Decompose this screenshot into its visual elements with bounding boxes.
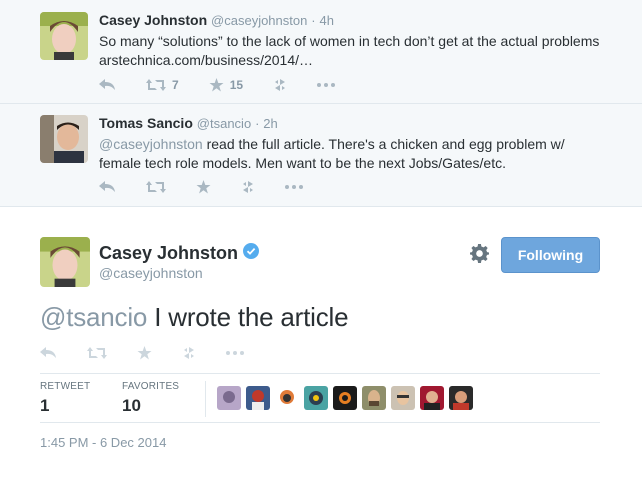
favoriter-avatar[interactable] xyxy=(246,386,270,410)
reply-icon xyxy=(99,79,116,91)
buffer-icon xyxy=(241,180,255,194)
favorite-icon xyxy=(196,180,211,194)
tweet-mention[interactable]: @caseyjohnston xyxy=(99,136,203,152)
tweet-mention[interactable]: @tsancio xyxy=(40,302,147,332)
buffer-icon xyxy=(273,78,287,92)
separator: · xyxy=(255,116,260,131)
verified-icon xyxy=(243,243,260,264)
more-icon xyxy=(226,351,244,355)
buffer-button[interactable] xyxy=(241,180,255,194)
tweet-timestamp[interactable]: 1:45 PM - 6 Dec 2014 xyxy=(40,435,166,450)
retweet-icon xyxy=(146,79,166,91)
tweet-stats: RETWEET 1 FAVORITES 10 xyxy=(40,373,600,423)
retweet-button[interactable] xyxy=(146,181,166,193)
avatar[interactable] xyxy=(40,237,90,287)
author-handle[interactable]: @caseyjohnston xyxy=(211,13,307,28)
favorite-icon xyxy=(137,346,152,360)
buffer-icon xyxy=(182,346,196,360)
following-button[interactable]: Following xyxy=(501,237,600,273)
author-name[interactable]: Casey Johnston xyxy=(99,12,207,28)
tweet-context-1[interactable]: Casey Johnston @caseyjohnston · 4h So ma… xyxy=(0,0,642,104)
retweet-button[interactable] xyxy=(87,347,107,359)
favorite-button[interactable] xyxy=(196,180,211,194)
favorites-stat[interactable]: FAVORITES 10 xyxy=(122,381,179,416)
favoriter-avatar[interactable] xyxy=(449,386,473,410)
more-icon xyxy=(317,83,336,87)
favorites-stat-count: 10 xyxy=(122,396,141,415)
favoriter-avatar[interactable] xyxy=(362,386,386,410)
more-icon xyxy=(285,185,303,189)
more-button[interactable] xyxy=(285,185,303,189)
retweet-icon xyxy=(87,347,107,359)
favorite-button[interactable]: 15 xyxy=(209,78,243,92)
more-button[interactable] xyxy=(226,351,244,355)
favoriter-avatars xyxy=(217,386,478,410)
gear-icon xyxy=(470,244,489,267)
author-name[interactable]: Casey Johnston xyxy=(99,243,260,264)
retweet-icon xyxy=(146,181,166,193)
retweet-button[interactable]: 7 xyxy=(146,78,179,92)
tweet-text: @caseyjohnston read the full article. Th… xyxy=(99,135,602,173)
tweet-link[interactable]: arstechnica.com/business/2014/… xyxy=(99,52,313,68)
retweet-stat[interactable]: RETWEET 1 xyxy=(40,381,90,416)
retweet-stat-count: 1 xyxy=(40,396,50,415)
retweet-count: 7 xyxy=(172,78,179,92)
tweet-time[interactable]: 4h xyxy=(319,13,333,28)
favorite-icon xyxy=(209,78,224,92)
retweet-stat-label: RETWEET xyxy=(40,381,91,392)
author-handle[interactable]: @caseyjohnston xyxy=(99,265,203,281)
tweet-context-2[interactable]: Tomas Sancio @tsancio · 2h @caseyjohnsto… xyxy=(0,104,642,207)
gear-button[interactable] xyxy=(470,244,489,268)
tweet-text: @tsancio I wrote the article xyxy=(40,302,349,333)
favorite-button[interactable] xyxy=(137,346,152,360)
tweet-permalink: Casey Johnston @caseyjohnston Following … xyxy=(0,207,642,486)
author-name-text[interactable]: Casey Johnston xyxy=(99,243,238,264)
reply-icon xyxy=(40,347,57,359)
avatar[interactable] xyxy=(40,115,88,163)
reply-icon xyxy=(99,181,116,193)
tweet-text: So many “solutions” to the lack of women… xyxy=(99,32,602,70)
more-button[interactable] xyxy=(317,83,336,87)
favoriter-avatar[interactable] xyxy=(217,386,241,410)
reply-button[interactable] xyxy=(40,347,57,359)
separator: · xyxy=(311,13,316,28)
favoriter-avatar[interactable] xyxy=(391,386,415,410)
favoriter-avatar[interactable] xyxy=(333,386,357,410)
author-handle[interactable]: @tsancio xyxy=(197,116,251,131)
tweet-text-body: I wrote the article xyxy=(147,302,349,332)
reply-button[interactable] xyxy=(99,181,116,193)
tweet-actions xyxy=(40,343,274,363)
avatar[interactable] xyxy=(40,12,88,60)
stats-divider xyxy=(205,381,206,417)
tweet-actions: 7 15 xyxy=(99,75,365,95)
favorites-stat-label: FAVORITES xyxy=(122,381,180,392)
tweet-actions xyxy=(99,177,333,197)
author-name[interactable]: Tomas Sancio xyxy=(99,115,193,131)
buffer-button[interactable] xyxy=(273,78,287,92)
tweet-text-body: So many “solutions” to the lack of women… xyxy=(99,33,600,49)
favoriter-avatar[interactable] xyxy=(420,386,444,410)
favorite-count: 15 xyxy=(229,78,244,92)
reply-button[interactable] xyxy=(99,79,116,91)
buffer-button[interactable] xyxy=(182,346,196,360)
favoriter-avatar[interactable] xyxy=(275,386,299,410)
tweet-time[interactable]: 2h xyxy=(263,116,277,131)
favoriter-avatar[interactable] xyxy=(304,386,328,410)
